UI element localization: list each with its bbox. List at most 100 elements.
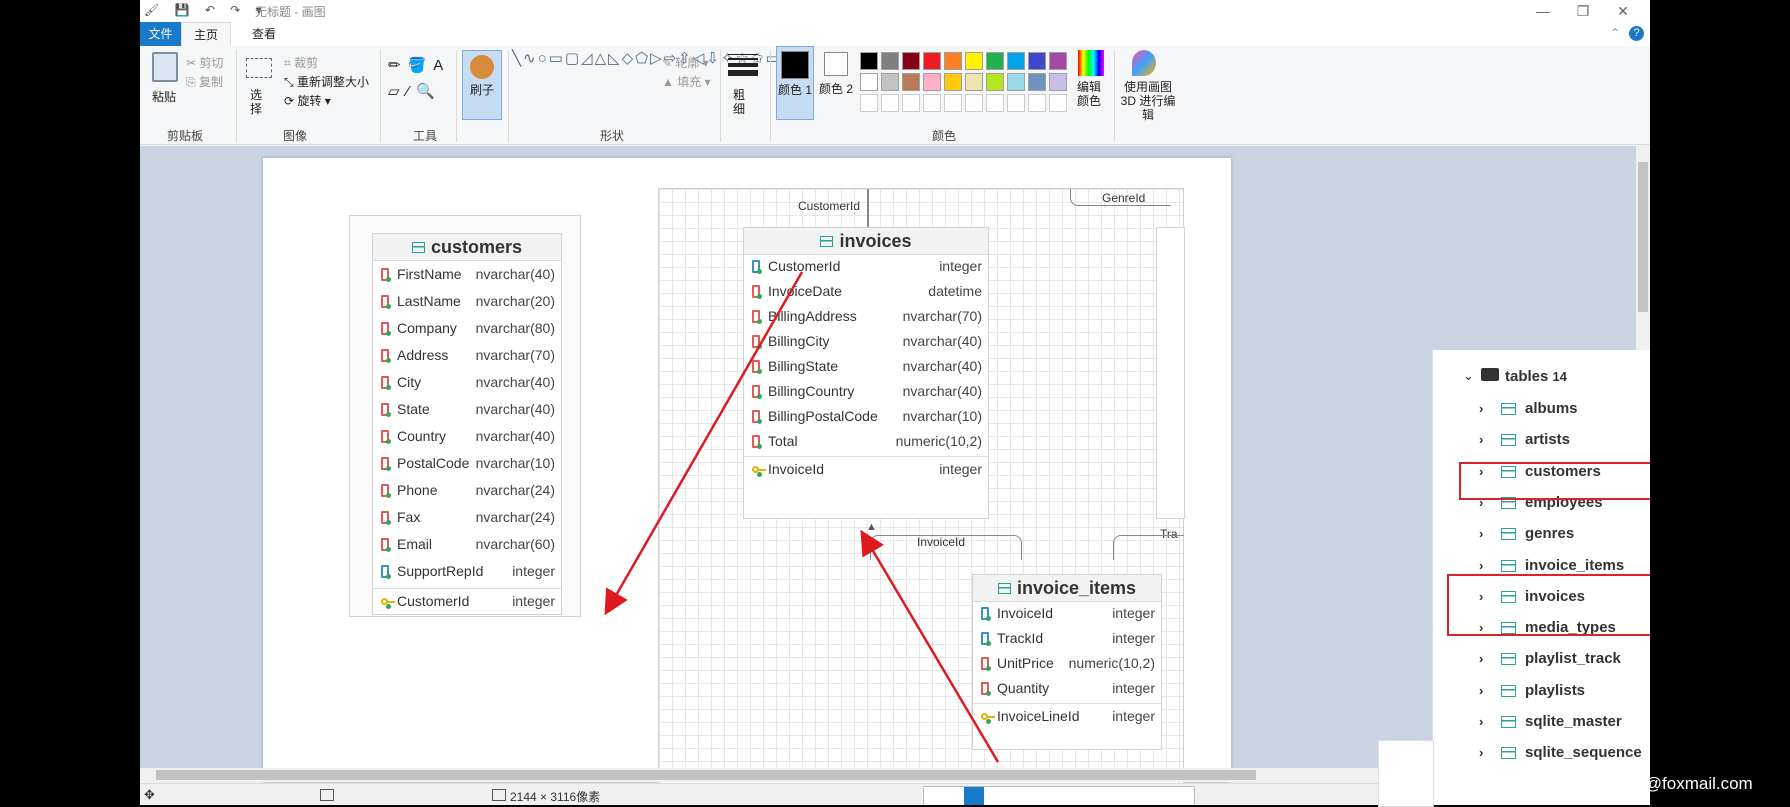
quick-access-toolbar[interactable]: 🖌 💾 ↶ ↷ ▾ [144,3,268,17]
palette-swatch[interactable] [1007,73,1025,91]
window-title: 无标题 - 画图 [255,5,326,19]
palette-swatch[interactable] [860,52,878,70]
cut-button[interactable]: ✂ 剪切 [186,54,223,71]
group-label-colors: 颜色 [931,129,956,143]
custom-color-slot[interactable] [965,94,983,112]
palette-swatch[interactable] [902,52,920,70]
tree-item-playlist-track[interactable]: › playlist_track [1433,644,1650,674]
fill-button[interactable]: ▲ 填充 ▾ [662,73,711,90]
tab-file[interactable]: 文件 [140,22,181,46]
size-button[interactable]: 粗细 [733,88,749,116]
tab-view[interactable]: 查看 [240,22,288,46]
custom-color-slot[interactable] [881,94,899,112]
palette-swatch[interactable] [986,73,1004,91]
custom-color-slot[interactable] [944,94,962,112]
shapes-gallery[interactable]: ╲∿○▭▢◿△◺◇⬠▷⇨⇧◁⇩✧☆✩▭◯▱ [512,49,812,68]
edit-colors-button[interactable]: 编辑颜色 [1074,80,1104,108]
palette-swatch[interactable] [860,73,878,91]
table-icon [1501,747,1516,760]
paste-icon[interactable] [152,52,178,82]
palette-swatch[interactable] [944,52,962,70]
chevron-right-icon[interactable]: › [1479,526,1483,541]
palette-swatch[interactable] [965,52,983,70]
palette-swatch[interactable] [902,73,920,91]
arrow-invoiceid [860,529,1000,763]
palette-swatch[interactable] [1007,52,1025,70]
canvas-page[interactable]: customers FirstName nvarchar(40) LastName n… [263,158,1231,784]
rotate-button[interactable]: ⟳ 旋转 ▾ [284,92,331,109]
floating-toolbar[interactable] [923,786,1195,805]
size-icon[interactable] [728,54,758,76]
tab-home[interactable]: 主页 [181,22,232,47]
custom-color-slot[interactable] [860,94,878,112]
group-label-shapes: 形状 [599,129,624,143]
table-icon [1501,434,1516,447]
eraser-picker-magnifier-icons[interactable]: ▱⁄🔍 [388,82,442,100]
chevron-right-icon[interactable]: › [1479,745,1483,760]
paint3d-button[interactable]: 使用画图 3D 进行编辑 [1118,80,1178,122]
crop-button[interactable]: ⌗ 裁剪 [284,54,318,71]
paint3d-icon[interactable] [1132,50,1156,76]
pencil-fill-text-icons[interactable]: ✏🪣A [388,56,450,74]
resize-button[interactable]: ⤡ 重新调整大小 [284,73,369,90]
outline-button[interactable]: ✎ 轮廓 ▾ [662,54,709,71]
custom-color-slot[interactable] [1049,94,1067,112]
custom-color-slot[interactable] [1028,94,1046,112]
color2-button[interactable]: 颜色 2 [818,46,854,118]
watermark: CSDN @a.Yang@foxmail.com [1522,774,1753,793]
chevron-right-icon[interactable]: › [1479,683,1483,698]
color1-button[interactable]: 颜色 1 [776,46,814,120]
move-cursor-icon: ✥ [144,787,155,802]
custom-color-slot[interactable] [986,94,1004,112]
tree-item-playlists[interactable]: › playlists [1433,676,1650,706]
palette-swatch[interactable] [923,73,941,91]
custom-color-slot[interactable] [902,94,920,112]
tree-root-label[interactable]: tables 14 [1505,368,1567,385]
ribbon: 粘贴 ✂ 剪切 ⎘ 复制 剪贴板 选择 ⌗ 裁剪 ⤡ 重新调整大小 ⟳ 旋转 ▾… [140,46,1650,145]
canvas-area[interactable]: customers FirstName nvarchar(40) LastName n… [140,146,1640,784]
chevron-right-icon[interactable]: › [1479,401,1483,416]
palette-swatch[interactable] [1049,73,1067,91]
maximize-button[interactable]: ❐ [1563,0,1603,22]
palette-swatch[interactable] [1049,52,1067,70]
chevron-right-icon[interactable]: › [1479,651,1483,666]
tree-item-label: sqlite_master [1525,713,1622,730]
palette-swatch[interactable] [881,73,899,91]
paste-button[interactable]: 粘贴 [152,88,176,105]
palette-swatch[interactable] [923,52,941,70]
palette-swatch[interactable] [1028,52,1046,70]
paint-window: 🖌 💾 ↶ ↷ ▾ 无标题 - 画图 — ❐ ✕ 文件 主页 查看 ⌃ ? 粘贴… [140,0,1650,805]
collapse-ribbon-icon[interactable]: ⌃ [1610,26,1620,40]
copy-button[interactable]: ⎘ 复制 [186,73,223,90]
chevron-right-icon[interactable]: › [1479,432,1483,447]
chevron-right-icon[interactable]: › [1479,714,1483,729]
chevron-right-icon[interactable]: › [1479,558,1483,573]
tree-item-label: genres [1525,525,1575,543]
palette-swatch[interactable] [881,52,899,70]
close-button[interactable]: ✕ [1603,0,1643,22]
arrow-customerid [604,271,804,616]
edit-colors-icon[interactable] [1078,50,1104,76]
tree-item-label: sqlite_sequence [1525,744,1642,762]
table-icon [1501,684,1516,697]
tree-item-artists[interactable]: › artists [1433,425,1650,455]
select-button[interactable]: 选择 [250,88,266,116]
custom-color-slot[interactable] [1007,94,1025,112]
select-icon[interactable] [246,58,272,78]
tree-item-sqlite-sequence[interactable]: › sqlite_sequence [1433,738,1650,768]
brush-icon [470,55,494,79]
tree-item-genres[interactable]: › genres [1433,519,1650,549]
brush-button[interactable]: 刷子 [462,50,502,120]
table-icon [1501,403,1516,415]
palette-swatch[interactable] [1028,73,1046,91]
palette-swatch[interactable] [944,73,962,91]
tree-item-albums[interactable]: › albums [1433,394,1650,424]
tree-item-sqlite-master[interactable]: › sqlite_master [1433,707,1650,737]
chevron-down-icon[interactable]: ⌄ [1463,368,1474,384]
palette-swatch[interactable] [986,52,1004,70]
minimize-button[interactable]: — [1523,0,1563,22]
custom-color-slot[interactable] [923,94,941,112]
help-icon[interactable]: ? [1629,26,1644,41]
palette-swatch[interactable] [965,73,983,91]
group-label-clipboard: 剪贴板 [166,129,203,143]
